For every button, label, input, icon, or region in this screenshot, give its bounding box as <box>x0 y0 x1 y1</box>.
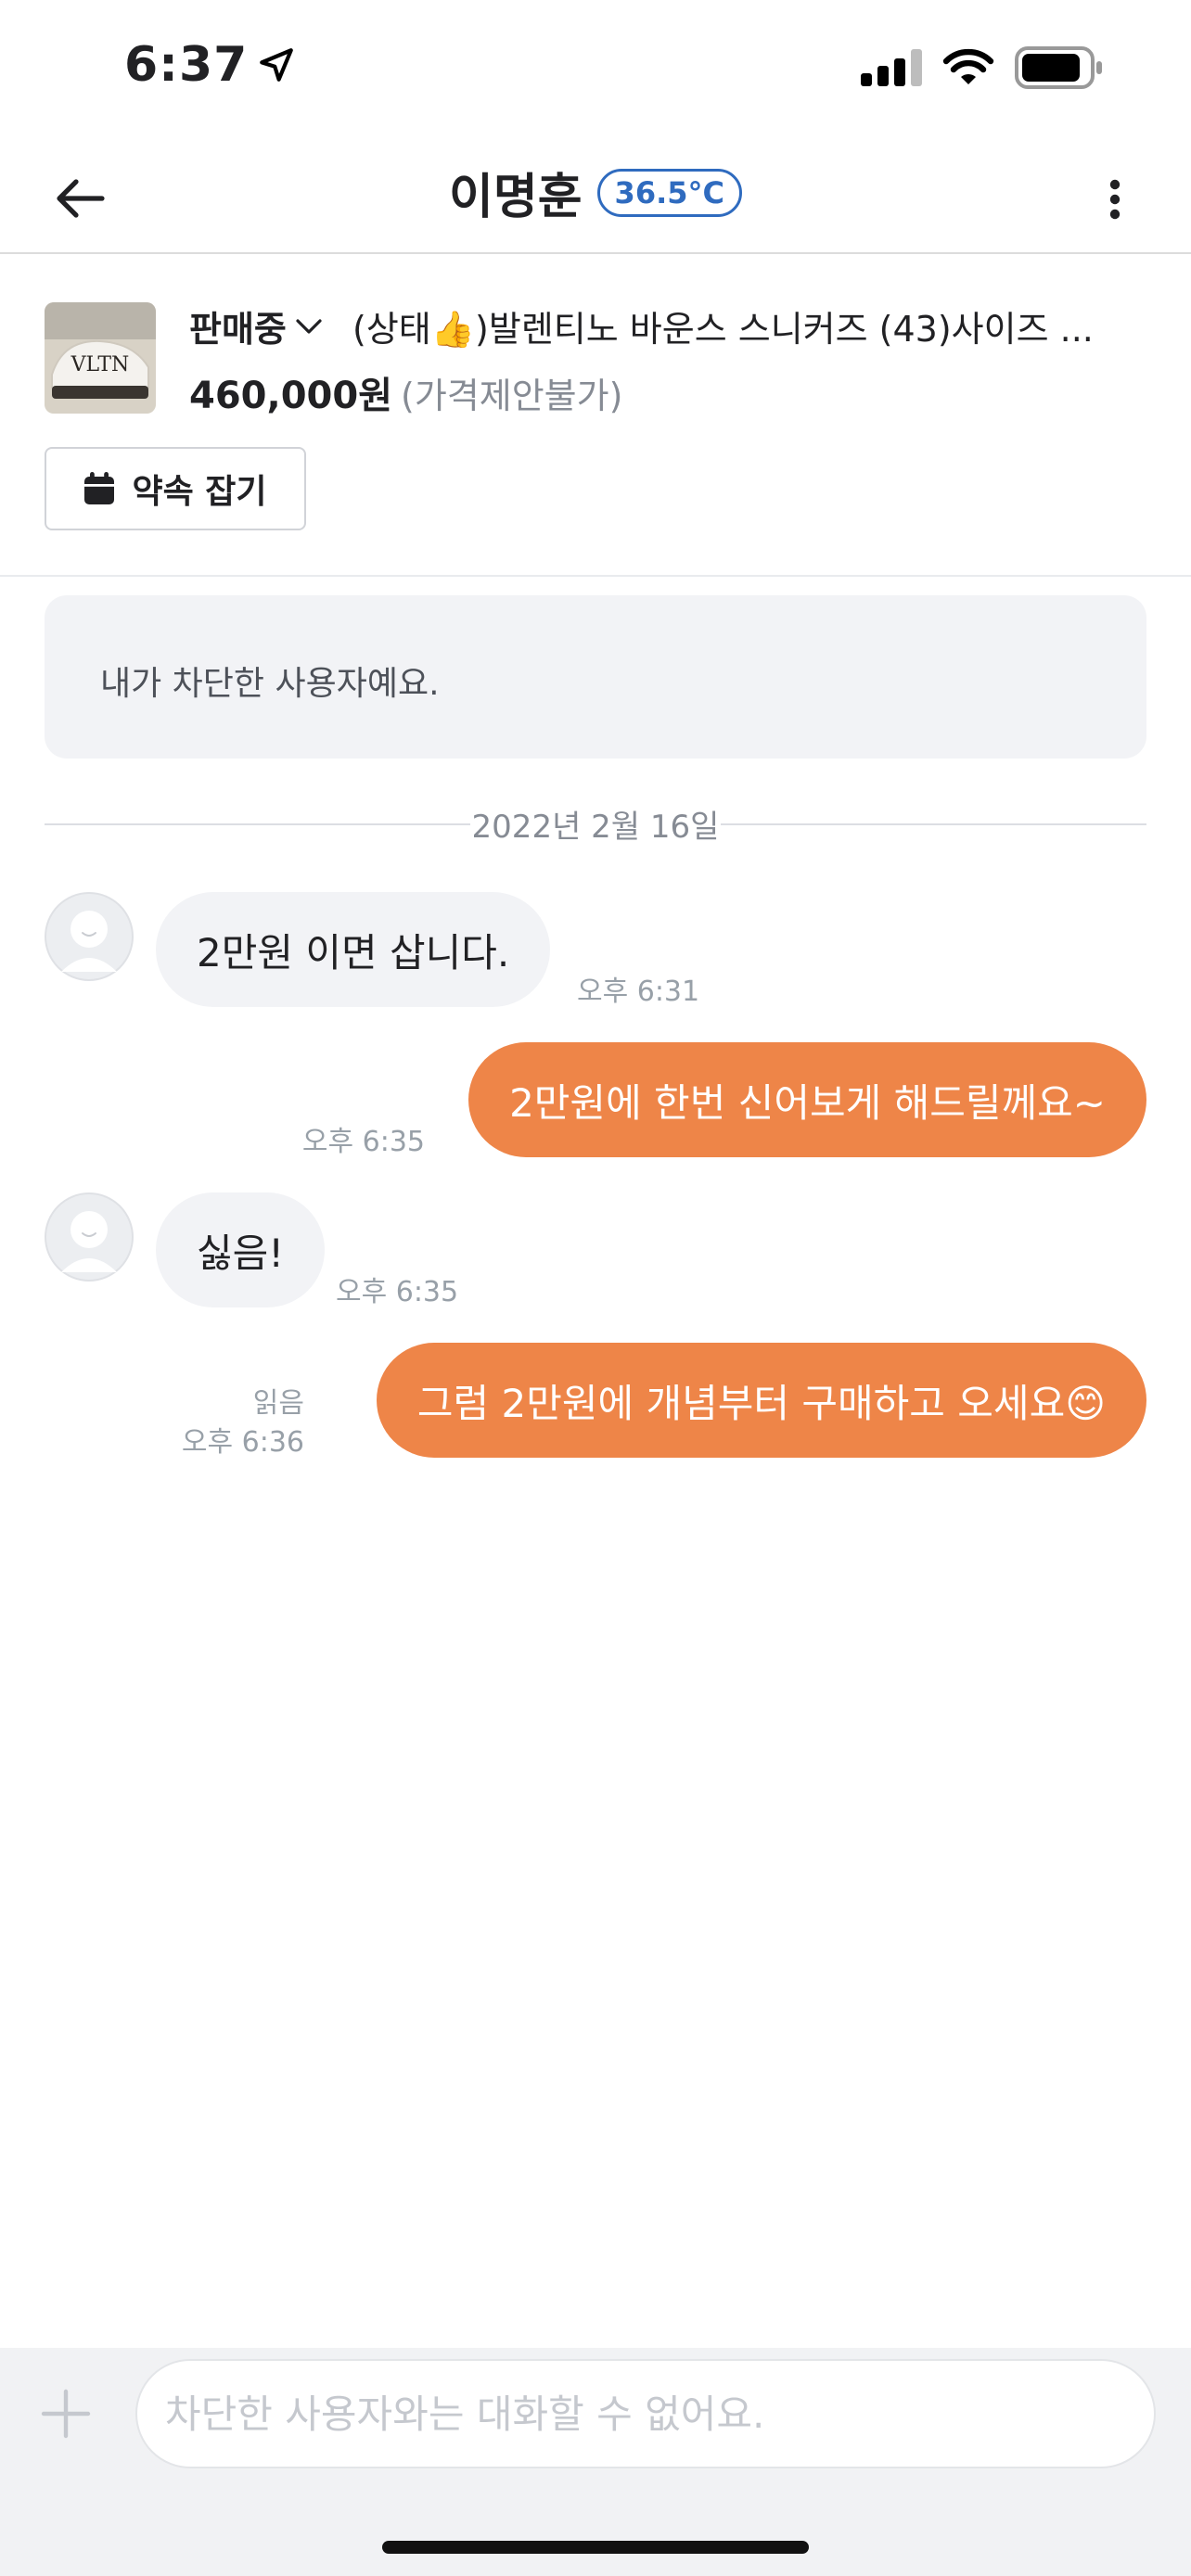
product-thumbnail[interactable]: VLTN <box>45 302 156 414</box>
avatar[interactable] <box>45 892 134 981</box>
calendar-icon <box>84 472 115 504</box>
manner-temperature-badge: 36.5°C <box>596 168 742 217</box>
read-receipt: 읽음 <box>252 1387 304 1420</box>
sneaker-image: VLTN <box>45 302 156 414</box>
date-separator: 2022년 2월 16일 <box>0 801 1191 847</box>
sale-status-label: 판매중 <box>189 309 287 350</box>
sale-status-dropdown[interactable]: 판매중 <box>189 300 322 351</box>
thumbnail-logo-text: VLTN <box>70 353 130 376</box>
message-text: 2만원에 한번 신어보게 해드릴께요~ <box>509 1079 1106 1126</box>
product-price: 460,000원 <box>189 375 392 417</box>
blocked-user-notice-text: 내가 차단한 사용자예요. <box>100 665 440 703</box>
message-time: 오후 6:35 <box>301 1126 425 1158</box>
home-indicator[interactable] <box>382 2541 809 2554</box>
header-divider <box>0 575 1191 577</box>
status-bar-indicators <box>861 46 1104 89</box>
default-profile-icon <box>45 892 134 981</box>
location-arrow-icon <box>260 48 294 82</box>
message-text: 싫음! <box>197 1230 285 1276</box>
attach-button[interactable] <box>37 2385 95 2442</box>
make-appointment-label: 약속 잡기 <box>132 473 267 511</box>
more-options-button[interactable] <box>1087 167 1143 232</box>
more-vertical-icon <box>1109 179 1121 220</box>
message-time: 오후 6:31 <box>577 976 700 1008</box>
avatar[interactable] <box>45 1192 134 1282</box>
message-text: 2만원 이면 삽니다. <box>197 929 510 976</box>
header-title-group: 이명훈 36.5°C <box>0 158 1191 227</box>
make-appointment-button[interactable]: 약속 잡기 <box>45 447 306 530</box>
price-negotiation-note: (가격제안불가) <box>401 376 623 416</box>
message-time: 오후 6:35 <box>336 1276 459 1308</box>
date-separator-text: 2022년 2월 16일 <box>469 809 722 846</box>
battery-icon <box>1015 46 1102 89</box>
message-time: 오후 6:36 <box>181 1426 304 1459</box>
page-title: 이명훈 <box>449 170 583 225</box>
status-bar-time: 6:37 <box>124 37 296 93</box>
chat-header: 이명훈 36.5°C <box>0 130 1191 254</box>
message-input[interactable] <box>135 2359 1156 2468</box>
wifi-icon <box>942 48 994 84</box>
message-bubble-outgoing[interactable]: 그럼 2만원에 개념부터 구매하고 오세요😊 <box>376 1343 1146 1458</box>
plus-icon <box>41 2389 91 2439</box>
message-bubble-incoming[interactable]: 2만원 이면 삽니다. <box>156 892 551 1007</box>
message-text: 그럼 2만원에 개념부터 구매하고 오세요😊 <box>416 1380 1106 1426</box>
default-profile-icon <box>45 1192 134 1282</box>
product-title[interactable]: (상태👍)발렌티노 바운스 스니커즈 (43)사이즈 ... <box>352 300 1150 351</box>
message-bubble-outgoing[interactable]: 2만원에 한번 신어보게 해드릴께요~ <box>468 1042 1146 1157</box>
message-bubble-incoming[interactable]: 싫음! <box>156 1192 326 1307</box>
status-time-text: 6:37 <box>124 37 249 93</box>
signal-icon <box>861 49 922 86</box>
chevron-down-icon <box>296 318 322 334</box>
blocked-user-notice: 내가 차단한 사용자예요. <box>45 595 1146 759</box>
